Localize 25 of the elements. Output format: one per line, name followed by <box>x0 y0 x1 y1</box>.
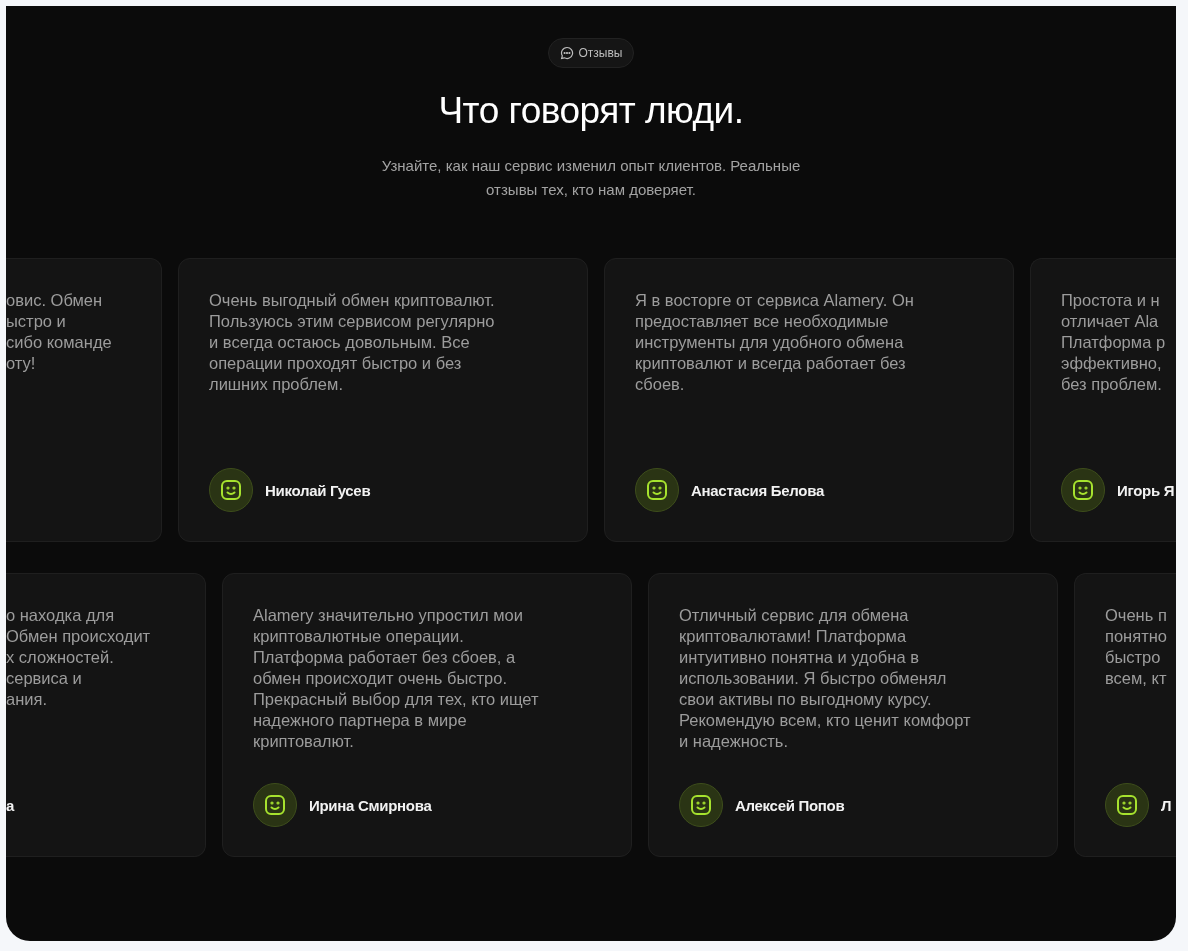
smiley-icon <box>1116 794 1138 816</box>
author-name: Л <box>1161 796 1172 814</box>
testimonial-text: овис. Обмен ыстро и сибо команде оту! <box>6 290 113 374</box>
author-name: Николай Гусев <box>265 481 371 499</box>
smiley-icon <box>264 794 286 816</box>
testimonial-text: о находка для Обмен происходит х сложностей. сервиса и ания. <box>6 605 152 710</box>
testimonial-text: Очень п понятно быстро всем, кт <box>1105 605 1168 689</box>
badge-label: Отзывы <box>578 46 623 60</box>
smiley-icon <box>1072 479 1094 501</box>
smiley-icon <box>690 794 712 816</box>
testimonial-text: Простота и н отличает Ala Платформа р эффективно, без проблем. <box>1061 290 1167 395</box>
smiley-icon <box>220 479 242 501</box>
smiley-icon <box>646 479 668 501</box>
author-name: Ирина Смирнова <box>309 796 432 814</box>
author-name: а <box>6 796 15 814</box>
testimonial-text: Я в восторге от сервиса Alamery. Он предоставляет все необходимые инструменты для удобного обмена криптовалют и всегда работает без сбоев. <box>635 290 915 395</box>
testimonial-text: Alamery значительно упростил мои криптовалютные операции. Платформа работает без сбоев, а обмен происходит очень быстро. Прекрасный выбор для тех, кто ищет надежного партнера в мире криптовалют. <box>253 605 540 752</box>
author-name: Анастасия Белова <box>691 481 824 499</box>
section-title: Что говорят люди. <box>438 90 744 132</box>
section-subtitle: Узнайте, как наш сервис изменил опыт клиентов. Реальные отзывы тех, кто нам доверяет. <box>381 156 801 200</box>
author-name: Алексей Попов <box>735 796 845 814</box>
author-name: Игорь Я <box>1117 481 1175 499</box>
testimonial-text: Очень выгодный обмен криптовалют. Пользуюсь этим сервисом регулярно и всегда остаюсь довольным. Все операции проходят быстро и без лишних проблем. <box>209 290 496 395</box>
testimonial-text: Отличный сервис для обмена криптовалютами! Платформа интуитивно понятна и удобна в использовании. Я быстро обменял свои активы по выгодному курсу. Рекомендую всем, кто ценит комфорт и надежность. <box>679 605 972 752</box>
chat-icon <box>559 46 574 60</box>
